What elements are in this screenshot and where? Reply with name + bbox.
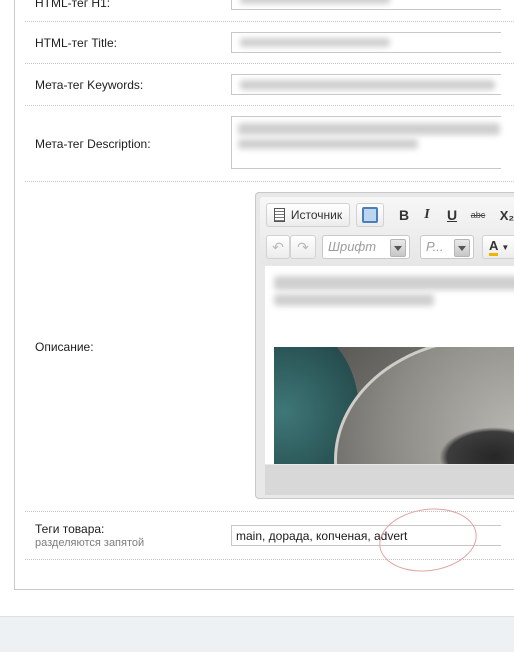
source-button[interactable]: Источник xyxy=(266,203,350,227)
redo-button[interactable]: ↷ xyxy=(290,235,316,259)
page-footer xyxy=(0,616,514,652)
description-label: Мета-тег Description: xyxy=(35,137,151,151)
italic-button[interactable]: I xyxy=(417,203,437,227)
chevron-down-icon xyxy=(390,239,406,257)
h1-input[interactable] xyxy=(231,0,501,10)
tags-label: Теги товара: xyxy=(35,522,105,536)
text-color-button[interactable]: A ▼ xyxy=(482,235,514,259)
underline-button[interactable]: U xyxy=(442,203,462,227)
editor-statusbar xyxy=(265,465,514,495)
undo-icon: ↶ xyxy=(272,238,284,255)
maximize-icon xyxy=(362,207,378,223)
editor-content[interactable] xyxy=(265,266,514,464)
product-image xyxy=(274,347,514,464)
font-select-value: Шрифт xyxy=(328,239,377,254)
body-label: Описание: xyxy=(35,340,94,354)
wysiwyg-editor: Источник B I U abc X₂ ↶ ↷ Шрифт Р... A ▼ xyxy=(255,192,514,499)
content-text-line xyxy=(274,294,434,306)
content-text-line xyxy=(274,276,514,290)
document-icon xyxy=(273,208,285,222)
chevron-down-icon: ▼ xyxy=(501,242,510,252)
size-select-value: Р... xyxy=(426,239,444,254)
tags-hint: разделяются запятой xyxy=(35,537,145,549)
keywords-label: Мета-тег Keywords: xyxy=(35,78,144,92)
font-select[interactable]: Шрифт xyxy=(322,235,410,259)
keywords-input[interactable] xyxy=(231,74,501,95)
undo-button[interactable]: ↶ xyxy=(266,235,290,259)
title-label: HTML-тег Title: xyxy=(35,36,117,50)
source-label: Источник xyxy=(290,208,343,222)
editor-toolbar: Источник B I U abc X₂ ↶ ↷ Шрифт Р... A ▼ xyxy=(260,197,514,265)
title-input[interactable] xyxy=(231,32,501,53)
subscript-button[interactable]: X₂ xyxy=(495,203,514,227)
strikethrough-button[interactable]: abc xyxy=(465,203,491,227)
description-textarea[interactable] xyxy=(231,116,501,169)
bold-button[interactable]: B xyxy=(394,203,414,227)
size-select[interactable]: Р... xyxy=(420,235,474,259)
text-color-icon: A xyxy=(489,238,499,256)
chevron-down-icon xyxy=(454,239,470,257)
redo-icon: ↷ xyxy=(297,238,309,255)
maximize-button[interactable] xyxy=(356,203,384,227)
h1-label: HTML-тег H1: xyxy=(35,0,111,10)
